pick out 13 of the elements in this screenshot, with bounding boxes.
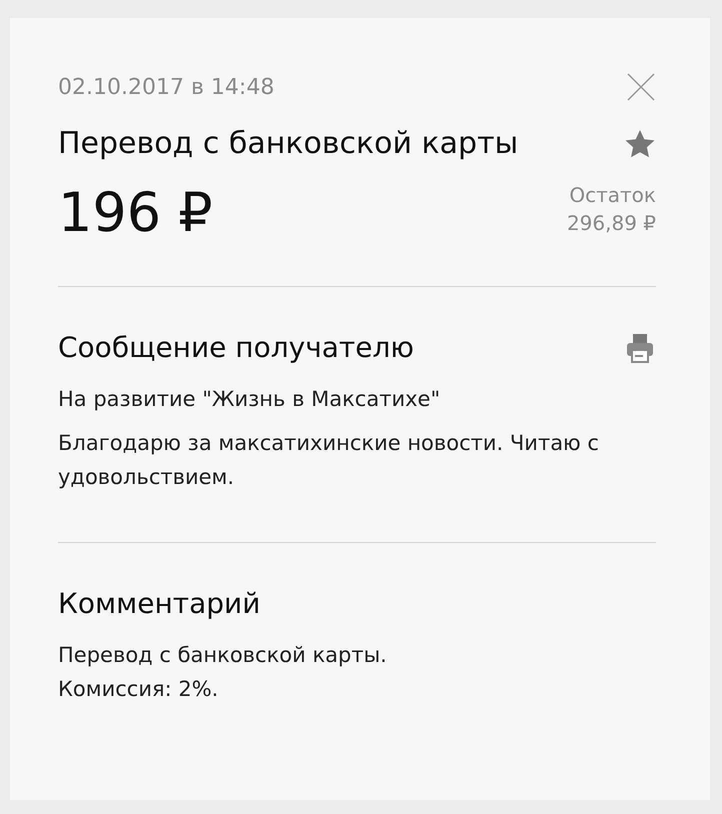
section-text: Благодарю за максатихинские новости. Читаю с удовольствием.	[58, 430, 600, 492]
section-text: На развитие "Жизнь в Максатихе"	[58, 386, 442, 414]
amount: 196 ₽	[58, 183, 213, 242]
section-heading: Сообщение получателю	[58, 331, 414, 364]
transaction-title: Перевод с банковской карты	[58, 126, 518, 161]
close-icon[interactable]	[626, 72, 656, 102]
print-icon[interactable]	[624, 332, 656, 364]
balance-value: 296,89 ₽	[566, 211, 656, 235]
section-text: Перевод с банковской карты. Комиссия: 2%.	[58, 642, 388, 704]
transaction-date: 02.10.2017 в 14:48	[58, 74, 274, 100]
section-heading: Комментарий	[58, 587, 260, 620]
star-icon[interactable]	[624, 128, 656, 158]
balance-label: Остаток	[569, 183, 656, 207]
